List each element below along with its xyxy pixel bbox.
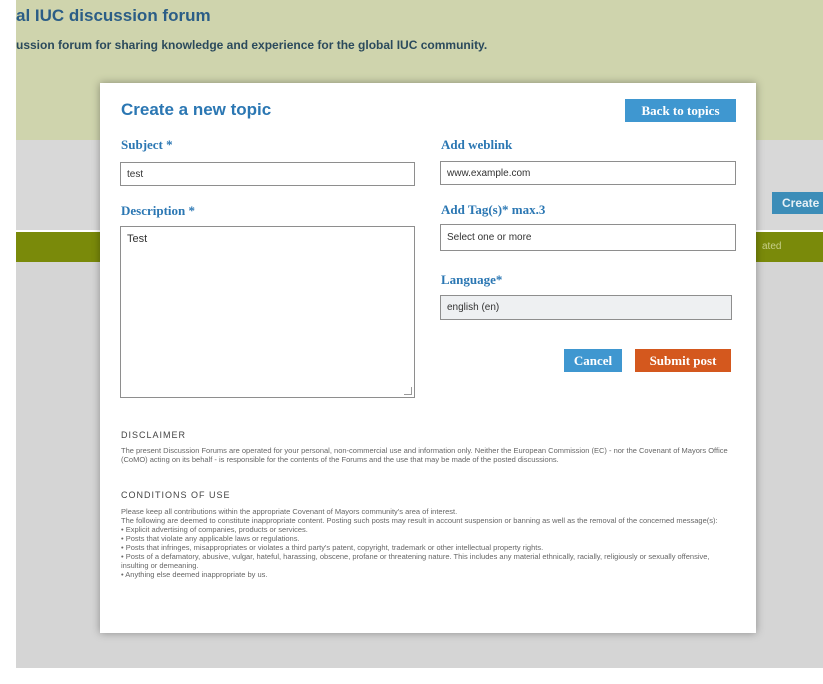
description-textarea[interactable]: Test [120,226,415,398]
table-header-label: ated [762,241,782,252]
description-label: Description * [121,203,196,218]
tags-select[interactable]: Select one or more [440,224,736,251]
conditions-line: • Posts that infringes, misappropriates … [121,543,544,552]
resize-handle-icon[interactable] [404,387,412,395]
weblink-input[interactable] [440,161,736,185]
disclaimer-heading: DISCLAIMER [121,430,187,440]
language-select[interactable]: english (en) [440,295,732,320]
create-topic-button[interactable]: Create [772,192,823,214]
cancel-button[interactable]: Cancel [564,349,622,372]
conditions-line: • Posts that violate any applicable laws… [121,534,300,543]
page-title: al IUC discussion forum [16,6,211,25]
conditions-line: • Anything else deemed inappropriate by … [121,570,268,579]
conditions-text: Please keep all contributions within the… [121,507,733,579]
conditions-line: • Posts of a defamatory, abusive, vulgar… [121,552,710,570]
description-text: Test [127,233,148,245]
dialog-title: Create a new topic [121,100,272,119]
conditions-heading: CONDITIONS OF USE [121,490,231,500]
submit-post-button[interactable]: Submit post [635,349,731,372]
tags-label: Add Tag(s)* max.3 [441,202,546,217]
back-to-topics-button[interactable]: Back to topics [625,99,736,122]
subject-input[interactable] [120,162,415,186]
page-subtitle: ussion forum for sharing knowledge and e… [16,38,488,52]
subject-label: Subject * [121,137,173,152]
conditions-line: The following are deemed to constitute i… [121,516,718,525]
page-bottom [0,668,823,684]
disclaimer-text: The present Discussion Forums are operat… [121,446,728,464]
language-value: english (en) [447,302,500,313]
weblink-label: Add weblink [441,137,513,152]
create-topic-dialog: Create a new topic Back to topics Subjec… [100,83,756,633]
language-label: Language* [441,272,503,287]
conditions-line: • Explicit advertising of companies, pro… [121,525,308,534]
conditions-line: Please keep all contributions within the… [121,507,458,516]
tags-placeholder: Select one or more [447,232,532,243]
